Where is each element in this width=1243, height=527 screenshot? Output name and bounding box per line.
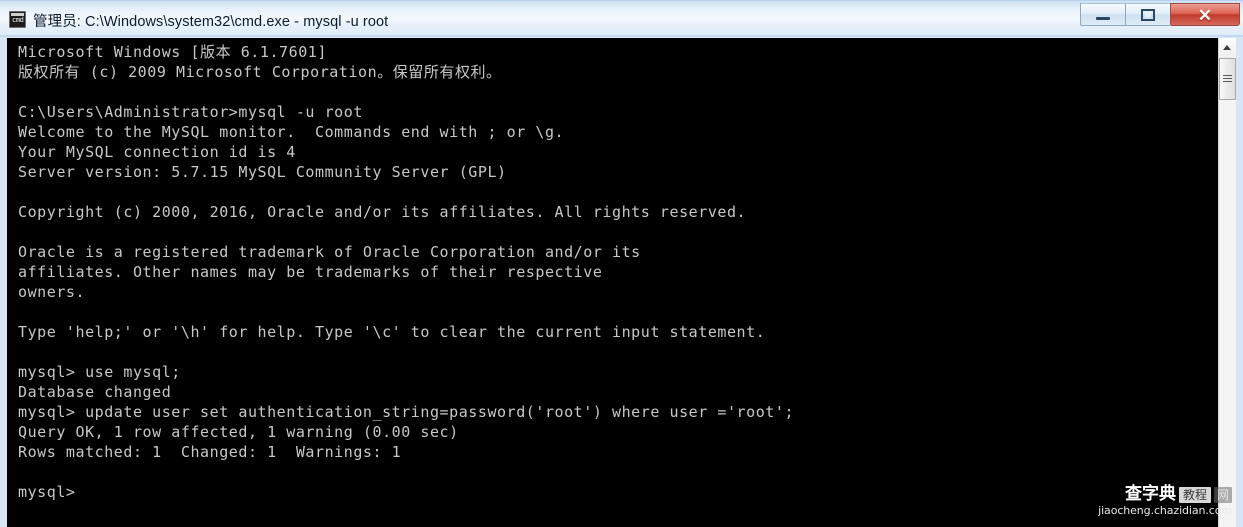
watermark-badge-1: 教程 xyxy=(1178,486,1211,503)
cmd-window: cmd 管理员: C:\Windows\system32\cmd.exe - m… xyxy=(0,0,1243,527)
console-line: mysql> use mysql; xyxy=(18,363,181,381)
title-bar[interactable]: cmd 管理员: C:\Windows\system32\cmd.exe - m… xyxy=(0,0,1243,37)
close-button[interactable]: ✕ xyxy=(1170,3,1240,26)
console-output[interactable]: Microsoft Windows [版本 6.1.7601] 版权所有 (c) … xyxy=(7,38,1207,527)
maximize-button[interactable] xyxy=(1125,3,1170,26)
scroll-up-button[interactable] xyxy=(1219,38,1236,56)
scrollbar-grip-icon xyxy=(1223,75,1232,84)
console-line: Microsoft Windows [版本 6.1.7601] xyxy=(18,43,327,61)
minimize-button[interactable] xyxy=(1080,3,1125,26)
watermark-url: jiaocheng.chazidian.com xyxy=(1098,504,1232,517)
console-line: Rows matched: 1 Changed: 1 Warnings: 1 xyxy=(18,443,402,461)
console-line: mysql> xyxy=(18,483,76,501)
console-line: Type 'help;' or '\h' for help. Type '\c'… xyxy=(18,323,766,341)
window-title: 管理员: C:\Windows\system32\cmd.exe - mysql… xyxy=(33,14,389,30)
window-controls: ✕ xyxy=(1080,3,1240,28)
console-line: Oracle is a registered trademark of Orac… xyxy=(18,243,641,261)
console-line: C:\Users\Administrator>mysql -u root xyxy=(18,103,363,121)
minimize-icon xyxy=(1096,17,1110,20)
chevron-up-icon xyxy=(1223,45,1231,50)
console-line: Database changed xyxy=(18,383,172,401)
watermark-badge-2: 网 xyxy=(1213,486,1232,503)
watermark: 查字典 教程 网 jiaocheng.chazidian.com xyxy=(1092,485,1232,525)
console-line: Server version: 5.7.15 MySQL Community S… xyxy=(18,163,507,181)
cmd-icon: cmd xyxy=(9,11,26,28)
watermark-brand: 查字典 xyxy=(1124,484,1176,504)
watermark-logo-row: 查字典 教程 网 xyxy=(1092,485,1232,504)
maximize-icon xyxy=(1141,9,1155,21)
console-line: Copyright (c) 2000, 2016, Oracle and/or … xyxy=(18,203,747,221)
console-line: Your MySQL connection id is 4 xyxy=(18,143,296,161)
console-line: Query OK, 1 row affected, 1 warning (0.0… xyxy=(18,423,459,441)
console-line: Welcome to the MySQL monitor. Commands e… xyxy=(18,123,565,141)
console-line: affiliates. Other names may be trademark… xyxy=(18,263,603,281)
console-area[interactable]: Microsoft Windows [版本 6.1.7601] 版权所有 (c) … xyxy=(7,38,1236,527)
scrollbar-thumb[interactable] xyxy=(1219,58,1236,100)
console-line: mysql> update user set authentication_st… xyxy=(18,403,795,421)
console-scrollbar[interactable] xyxy=(1218,38,1236,527)
console-line: 版权所有 (c) 2009 Microsoft Corporation。保留所有… xyxy=(18,63,502,81)
cmd-icon-glyph: cmd xyxy=(12,16,24,24)
console-line: owners. xyxy=(18,283,86,301)
scrollbar-track[interactable] xyxy=(1219,100,1236,527)
close-icon: ✕ xyxy=(1197,6,1213,25)
